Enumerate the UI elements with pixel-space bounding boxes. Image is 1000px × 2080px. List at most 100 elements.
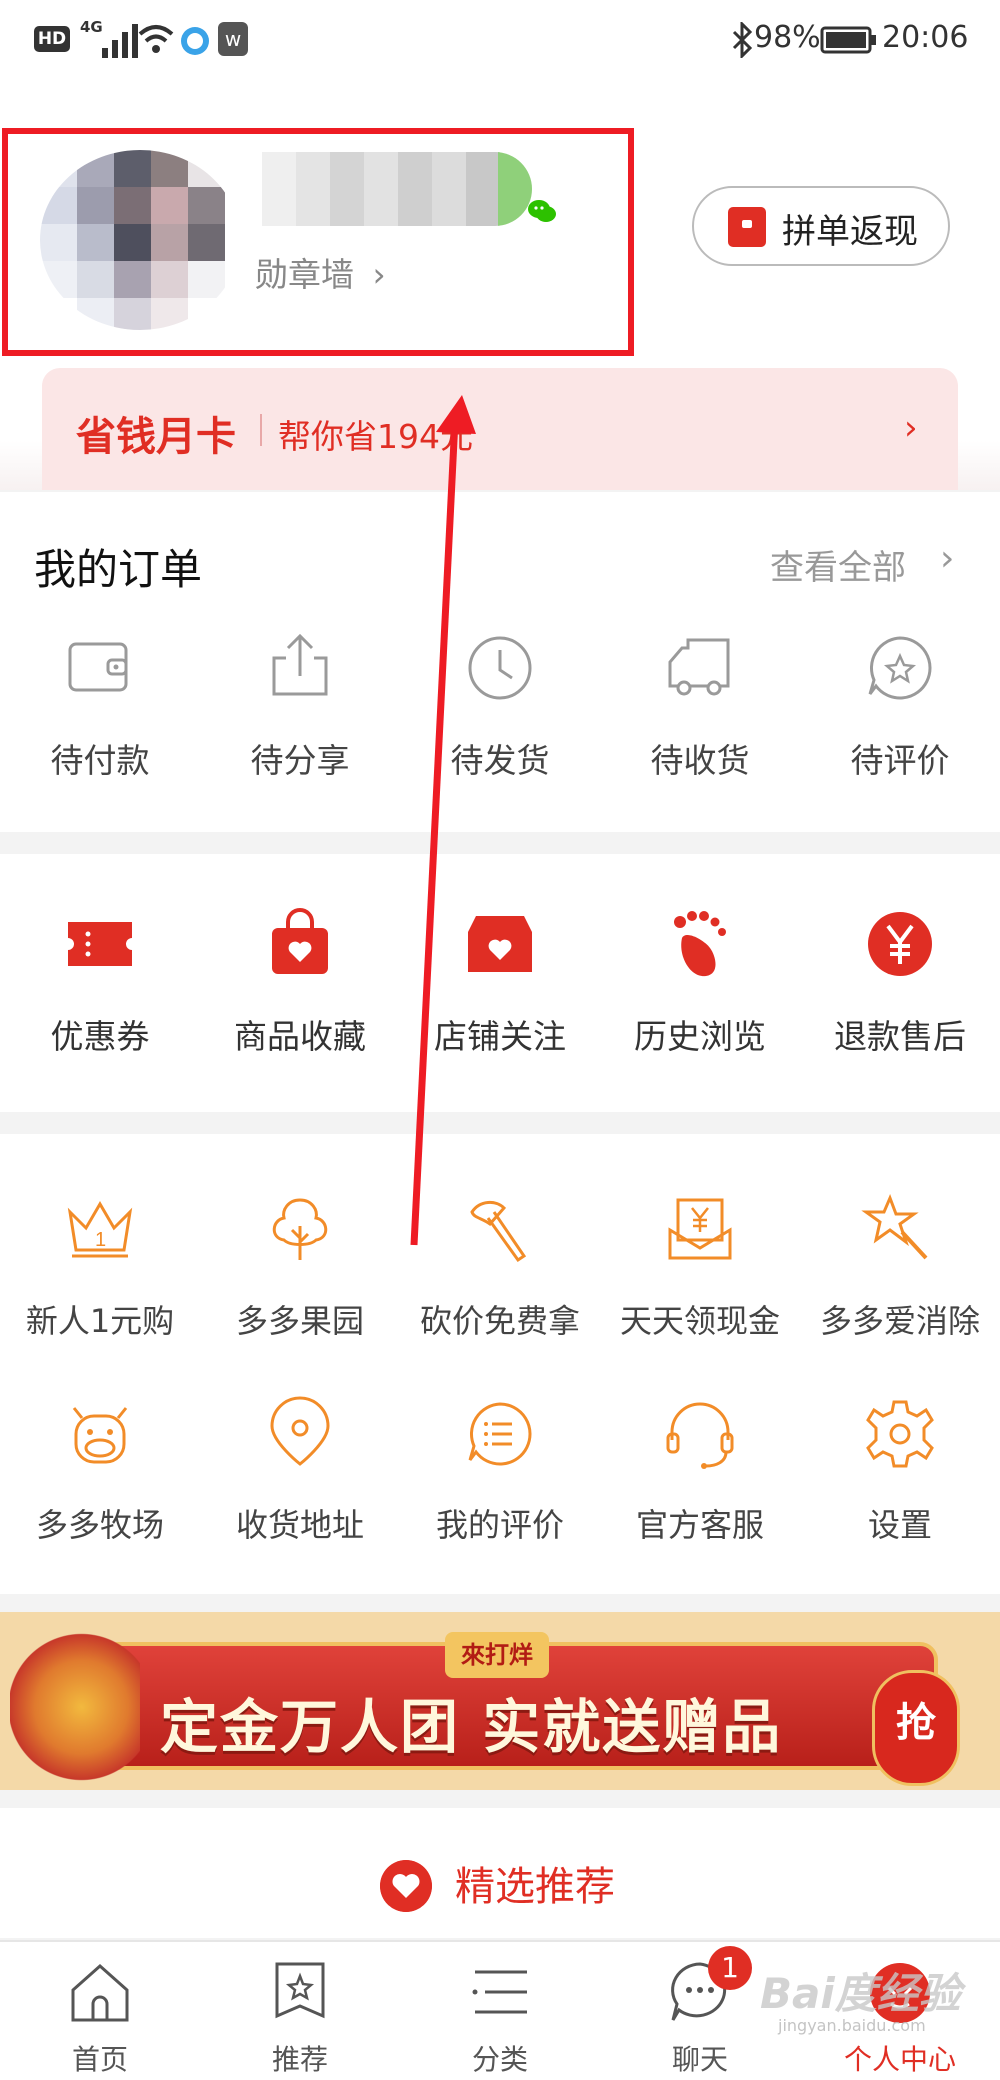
- service-bargain-free[interactable]: 砍价免费拿: [400, 1190, 600, 1342]
- wallet-icon: [68, 642, 128, 692]
- order-item-label: 待分享: [250, 741, 350, 780]
- banner-headline: 定金万人团 实就送赠品: [160, 1693, 783, 1761]
- annotation-highlight-box: [2, 128, 634, 356]
- cash-envelope-icon: [668, 1198, 732, 1260]
- cow-icon: [72, 1407, 128, 1464]
- headset-icon: [666, 1402, 734, 1469]
- my-orders-title: 我的订单: [34, 545, 203, 594]
- tab-home[interactable]: 首页: [0, 1958, 200, 2078]
- shortcut-label: 店铺关注: [434, 1017, 566, 1056]
- settings-gear-icon: [866, 1400, 934, 1468]
- order-pending-review[interactable]: 待评价: [800, 628, 1000, 782]
- heart-icon: [380, 1860, 432, 1912]
- tab-recommend[interactable]: 推荐: [200, 1958, 400, 2078]
- clock-icon: [468, 636, 532, 700]
- service-label: 天天领现金: [619, 1302, 780, 1340]
- service-label: 收货地址: [235, 1506, 364, 1544]
- crown-icon: 1: [67, 1201, 133, 1258]
- status-bar: HD 4G w 98% 20:06: [0, 0, 1000, 80]
- clock-time: 20:06: [882, 20, 969, 55]
- category-list-icon: [472, 1970, 527, 2014]
- order-item-label: 待付款: [50, 741, 150, 780]
- shortcut-favorites[interactable]: 商品收藏: [200, 904, 400, 1058]
- service-label: 多多牧场: [35, 1506, 164, 1544]
- tree-icon: [272, 1198, 328, 1260]
- hd-icon: HD: [34, 26, 70, 52]
- dragon-decoration: [10, 1632, 140, 1782]
- month-card-divider: [260, 414, 262, 446]
- tab-label: 个人中心: [843, 2043, 956, 2076]
- money-saving-month-card[interactable]: 省钱月卡 帮你省194元 ›: [42, 368, 958, 490]
- service-duoduo-match[interactable]: 多多爱消除: [800, 1190, 1000, 1342]
- service-label: 多多果园: [235, 1302, 364, 1340]
- chevron-right-icon: ›: [904, 408, 918, 448]
- store-heart-icon: [468, 916, 532, 972]
- grab-lantern-button[interactable]: 抢: [872, 1670, 960, 1786]
- bluetooth-icon: [732, 22, 753, 58]
- group-cashback-label: 拼单返现: [782, 212, 918, 252]
- tab-label: 首页: [71, 2043, 128, 2076]
- service-ranch[interactable]: 多多牧场: [0, 1394, 200, 1546]
- tab-label: 聊天: [671, 2043, 728, 2076]
- service-my-reviews[interactable]: 我的评价: [400, 1394, 600, 1546]
- order-pending-receipt[interactable]: 待收货: [600, 628, 800, 782]
- order-item-label: 待收货: [650, 741, 750, 780]
- service-label: 设置: [867, 1506, 932, 1544]
- shortcut-label: 优惠券: [50, 1017, 150, 1056]
- shortcut-label: 商品收藏: [234, 1017, 366, 1056]
- comment-list-icon: [468, 1402, 532, 1466]
- battery-percent: 98%: [754, 20, 821, 55]
- magic-wand-icon: [861, 1193, 928, 1260]
- share-icon: [272, 633, 328, 696]
- home-icon: [71, 1963, 129, 2022]
- recommend-title: 精选推荐: [455, 1864, 615, 1910]
- service-customer-support[interactable]: 官方客服: [600, 1394, 800, 1546]
- order-pending-payment[interactable]: 待付款: [0, 628, 200, 782]
- red-packet-icon: [728, 207, 766, 247]
- order-pending-share[interactable]: 待分享: [200, 628, 400, 782]
- month-card-subtitle: 帮你省194元: [278, 417, 473, 456]
- service-label: 砍价免费拿: [419, 1302, 580, 1340]
- coupon-icon: [68, 922, 132, 966]
- month-card-title: 省钱月卡: [76, 414, 236, 460]
- svg-text:1: 1: [95, 1229, 106, 1251]
- service-label: 多多爱消除: [819, 1302, 980, 1340]
- axe-icon: [470, 1201, 527, 1263]
- service-label: 新人1元购: [25, 1302, 175, 1340]
- order-pending-shipment[interactable]: 待发货: [400, 628, 600, 782]
- baidu-jingyan-url: jingyan.baidu.com: [778, 2016, 926, 2035]
- refund-yen-icon: [868, 912, 932, 976]
- shortcut-coupons[interactable]: 优惠券: [0, 904, 200, 1058]
- recommend-star-icon: [275, 1962, 325, 2019]
- app-notification-icon: w: [218, 22, 248, 56]
- shortcut-label: 退款售后: [834, 1017, 966, 1056]
- truck-icon: [668, 638, 730, 696]
- tab-category[interactable]: 分类: [400, 1958, 600, 2078]
- group-cashback-button[interactable]: 拼单返现: [692, 186, 950, 266]
- shortcut-label: 历史浏览: [634, 1017, 766, 1056]
- order-item-label: 待发货: [450, 741, 550, 780]
- chevron-right-icon[interactable]: ›: [940, 538, 954, 579]
- review-star-icon: [868, 636, 932, 700]
- footprint-icon: [674, 911, 726, 977]
- location-pin-icon: [270, 1396, 330, 1466]
- service-label: 我的评价: [435, 1506, 564, 1544]
- service-shipping-address[interactable]: 收货地址: [200, 1394, 400, 1546]
- service-settings[interactable]: 设置: [800, 1394, 1000, 1546]
- tab-label: 推荐: [271, 2043, 328, 2076]
- shortcut-refund-aftersales[interactable]: 退款售后: [800, 904, 1000, 1058]
- service-orchard[interactable]: 多多果园: [200, 1190, 400, 1342]
- view-all-orders-link[interactable]: 查看全部: [770, 540, 906, 589]
- wifi-icon: [138, 25, 174, 53]
- chat-unread-badge: 1: [708, 1946, 752, 1990]
- battery-icon: [820, 26, 876, 54]
- promo-banner[interactable]: 來打烊 定金万人团 实就送赠品 抢: [0, 1612, 1000, 1790]
- favorites-bag-icon: [272, 908, 328, 974]
- service-daily-cash[interactable]: 天天领现金: [600, 1190, 800, 1342]
- qq-browser-icon: [181, 27, 209, 55]
- shortcut-followed-stores[interactable]: 店铺关注: [400, 904, 600, 1058]
- shortcut-history[interactable]: 历史浏览: [600, 904, 800, 1058]
- order-item-label: 待评价: [850, 741, 950, 780]
- service-newbie-1yuan[interactable]: 1 新人1元购: [0, 1190, 200, 1342]
- 4g-signal-icon: [102, 24, 138, 58]
